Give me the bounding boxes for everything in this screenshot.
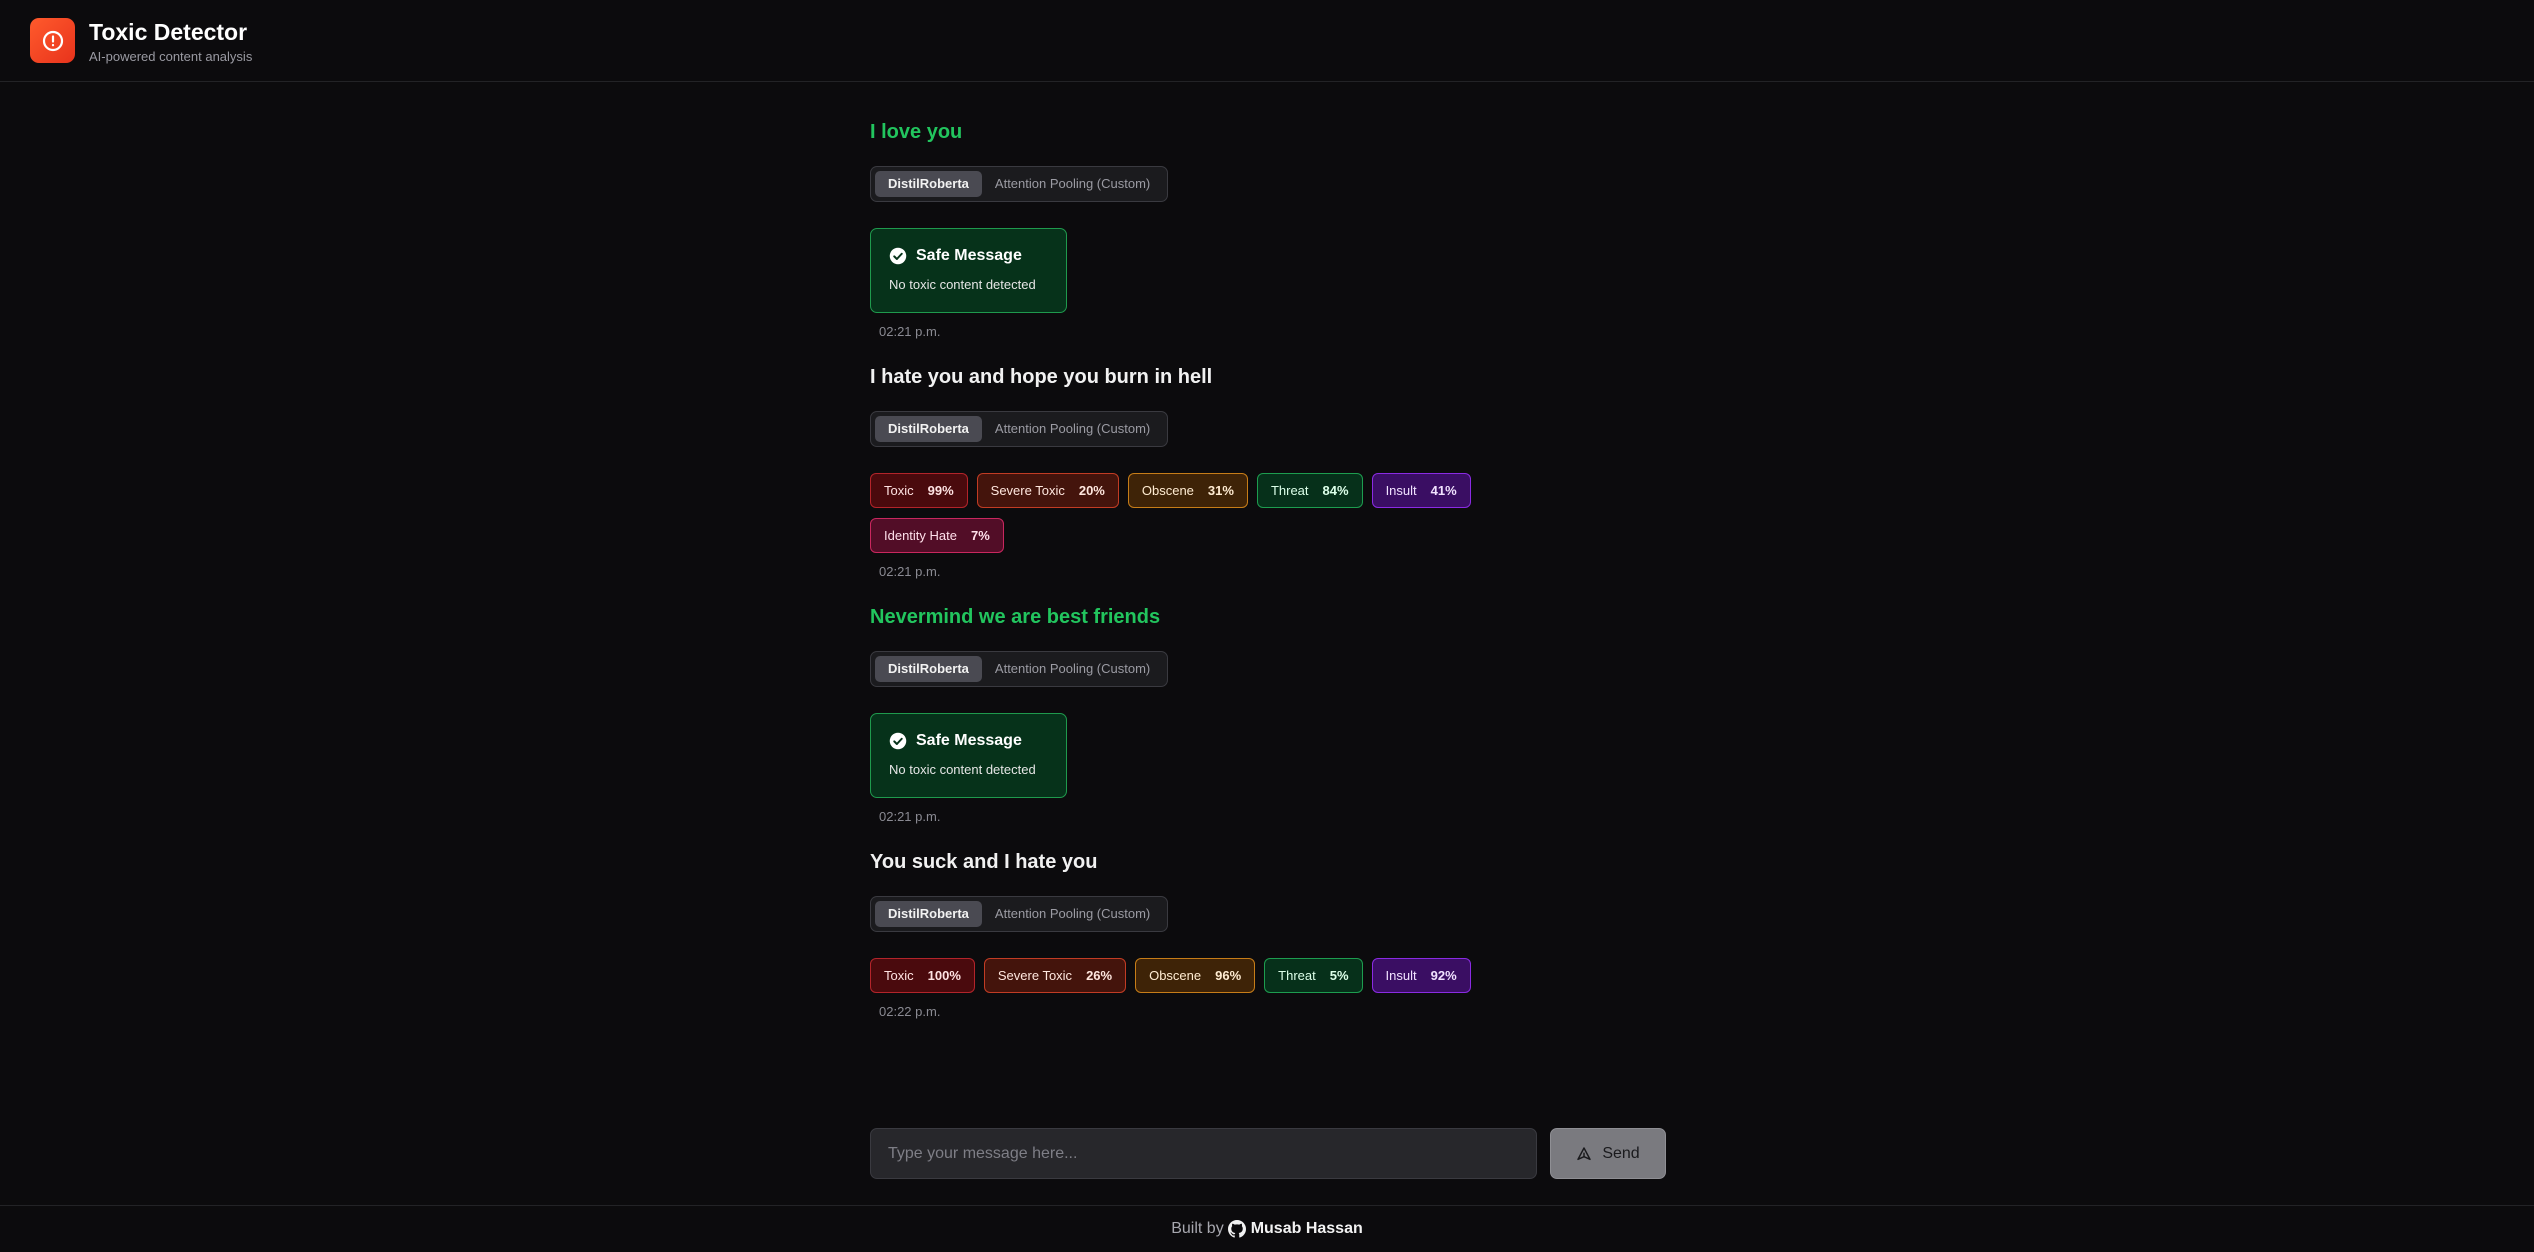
github-icon	[1227, 1220, 1246, 1238]
badge-percent: 20%	[1078, 483, 1105, 498]
footer-prefix: Built by	[1171, 1220, 1224, 1237]
badge-percent: 100%	[927, 968, 961, 983]
badge-label: Insult	[1385, 968, 1417, 983]
footer: Built by Musab Hassan	[0, 1205, 2534, 1252]
badge-label: Obscene	[1141, 483, 1194, 498]
badge-label: Toxic	[884, 968, 914, 983]
message-timestamp: 02:21 p.m.	[879, 564, 941, 579]
badge-percent: 41%	[1430, 483, 1457, 498]
chat-message: I love you DistilRoberta Attention Pooling…	[870, 118, 1670, 339]
badge-label: Identity Hate	[884, 528, 957, 543]
badge-label: Threat	[1270, 483, 1309, 498]
message-composer: Send	[870, 1128, 1666, 1179]
message-input[interactable]	[870, 1128, 1537, 1179]
badge-label: Obscene	[1149, 968, 1202, 983]
badge-label: Severe Toxic	[990, 483, 1065, 498]
model-option-distilroberta[interactable]: DistilRoberta	[875, 171, 982, 197]
model-selector: DistilRoberta Attention Pooling (Custom)	[870, 896, 1169, 932]
model-option-attention-pooling[interactable]: Attention Pooling (Custom)	[982, 901, 1163, 927]
chat-thread: I love you DistilRoberta Attention Pooling…	[870, 118, 1670, 1043]
safe-description: No toxic content detected	[889, 762, 1036, 777]
send-button[interactable]: Send	[1550, 1128, 1666, 1179]
check-circle-icon	[889, 732, 907, 750]
chat-message: You suck and I hate you DistilRoberta Atte…	[870, 848, 1670, 1019]
badge-percent: 99%	[927, 483, 954, 498]
safe-description: No toxic content detected	[889, 277, 1036, 292]
message-text: You suck and I hate you	[870, 851, 1098, 873]
model-option-attention-pooling[interactable]: Attention Pooling (Custom)	[982, 416, 1163, 442]
toxicity-labels: Toxic 99% Severe Toxic 20% Obscene 31% Threat 8…	[870, 473, 1530, 553]
model-option-attention-pooling[interactable]: Attention Pooling (Custom)	[982, 656, 1163, 682]
message-timestamp: 02:21 p.m.	[879, 809, 941, 824]
model-selector: DistilRoberta Attention Pooling (Custom)	[870, 166, 1169, 202]
badge-percent: 84%	[1322, 483, 1349, 498]
badge-percent: 31%	[1207, 483, 1234, 498]
app-title: Toxic Detector	[89, 18, 248, 45]
send-icon	[1577, 1146, 1592, 1160]
model-option-distilroberta[interactable]: DistilRoberta	[875, 901, 982, 927]
badge-label: Severe Toxic	[997, 968, 1073, 983]
app-header: Toxic Detector AI-powered content analys…	[0, 0, 2534, 82]
message-timestamp: 02:22 p.m.	[879, 1004, 941, 1019]
toxicity-badge-insult: Insult 92%	[1371, 958, 1471, 993]
toxicity-badge-severe: Severe Toxic 26%	[983, 958, 1127, 993]
chat-message: Nevermind we are best friends DistilRober…	[870, 603, 1670, 824]
app-subtitle: AI-powered content analysis	[89, 48, 253, 64]
model-option-distilroberta[interactable]: DistilRoberta	[875, 656, 982, 682]
badge-percent: 96%	[1215, 968, 1242, 983]
safe-result-card: Safe Message No toxic content detected	[870, 228, 1067, 313]
message-text: Nevermind we are best friends	[870, 606, 1161, 628]
model-option-distilroberta[interactable]: DistilRoberta	[875, 416, 982, 442]
alert-circle-icon	[42, 30, 63, 51]
toxicity-badge-toxic: Toxic 100%	[870, 958, 975, 993]
badge-percent: 7%	[971, 528, 990, 543]
toxicity-badge-identity: Identity Hate 7%	[870, 518, 1004, 553]
check-circle-icon	[889, 247, 907, 265]
chat-message: I hate you and hope you burn in hell Dist…	[870, 363, 1670, 579]
toxicity-badge-threat: Threat 84%	[1256, 473, 1363, 508]
toxicity-badge-insult: Insult 41%	[1371, 473, 1471, 508]
badge-label: Toxic	[884, 483, 914, 498]
toxicity-badge-obscene: Obscene 31%	[1127, 473, 1248, 508]
author-name: Musab Hassan	[1250, 1220, 1363, 1237]
toxicity-labels: Toxic 100% Severe Toxic 26% Obscene 96% Threat…	[870, 958, 1530, 993]
toxicity-badge-toxic: Toxic 99%	[870, 473, 968, 508]
badge-percent: 92%	[1430, 968, 1457, 983]
safe-title: Safe Message	[916, 247, 1022, 264]
toxicity-badge-threat: Threat 5%	[1264, 958, 1363, 993]
safe-title: Safe Message	[916, 732, 1022, 749]
badge-label: Threat	[1278, 968, 1316, 983]
message-text: I love you	[870, 121, 963, 143]
badge-label: Insult	[1385, 483, 1417, 498]
model-option-attention-pooling[interactable]: Attention Pooling (Custom)	[982, 171, 1163, 197]
badge-percent: 5%	[1329, 968, 1349, 983]
app-logo	[30, 18, 75, 63]
toxicity-badge-severe: Severe Toxic 20%	[976, 473, 1119, 508]
message-text: I hate you and hope you burn in hell	[870, 366, 1213, 388]
model-selector: DistilRoberta Attention Pooling (Custom)	[870, 651, 1169, 687]
message-timestamp: 02:21 p.m.	[879, 324, 941, 339]
send-button-label: Send	[1602, 1144, 1640, 1162]
safe-result-card: Safe Message No toxic content detected	[870, 713, 1067, 798]
model-selector: DistilRoberta Attention Pooling (Custom)	[870, 411, 1169, 447]
author-link[interactable]: Musab Hassan	[1227, 1220, 1363, 1238]
badge-percent: 26%	[1086, 968, 1113, 983]
toxicity-badge-obscene: Obscene 96%	[1135, 958, 1256, 993]
